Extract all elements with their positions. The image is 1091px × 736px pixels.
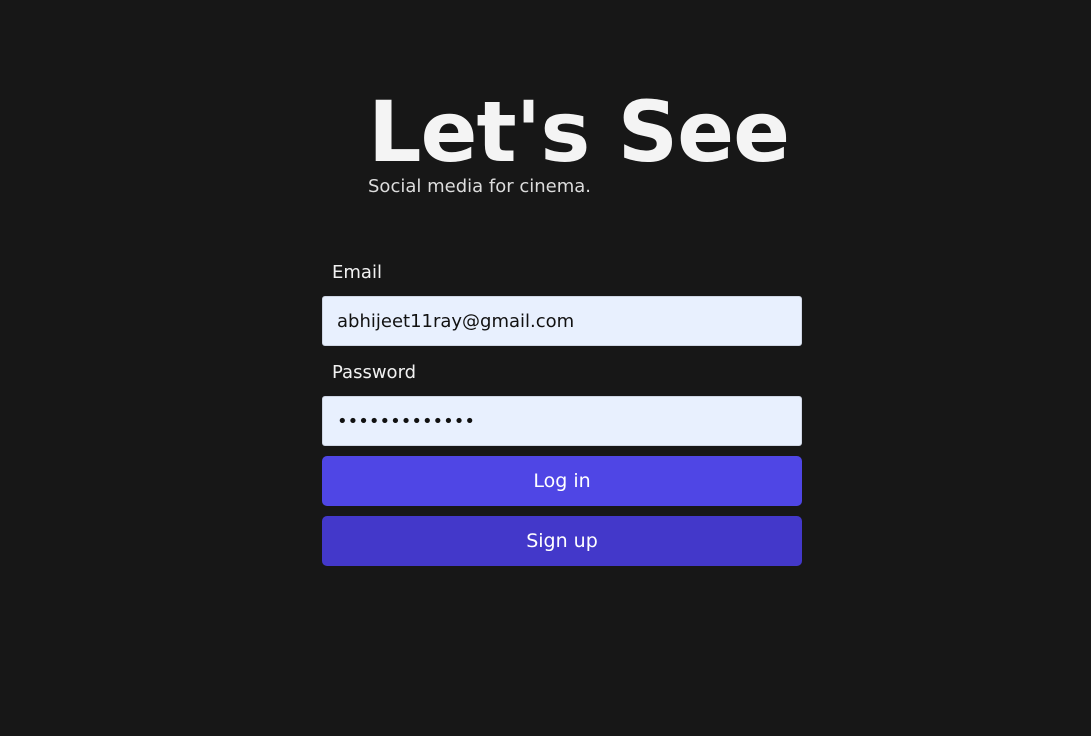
password-field[interactable] (322, 396, 802, 446)
email-field[interactable] (322, 296, 802, 346)
email-label: Email (332, 262, 382, 283)
signup-button[interactable]: Sign up (322, 516, 802, 566)
login-page: Let's See Social media for cinema. Email… (0, 0, 1091, 736)
app-title: Let's See (368, 83, 790, 181)
brand-header: Let's See Social media for cinema. (368, 82, 790, 197)
login-button[interactable]: Log in (322, 456, 802, 506)
app-tagline: Social media for cinema. (368, 176, 592, 197)
password-label: Password (332, 362, 417, 383)
login-form: Email Password Log in Sign up (322, 258, 802, 566)
